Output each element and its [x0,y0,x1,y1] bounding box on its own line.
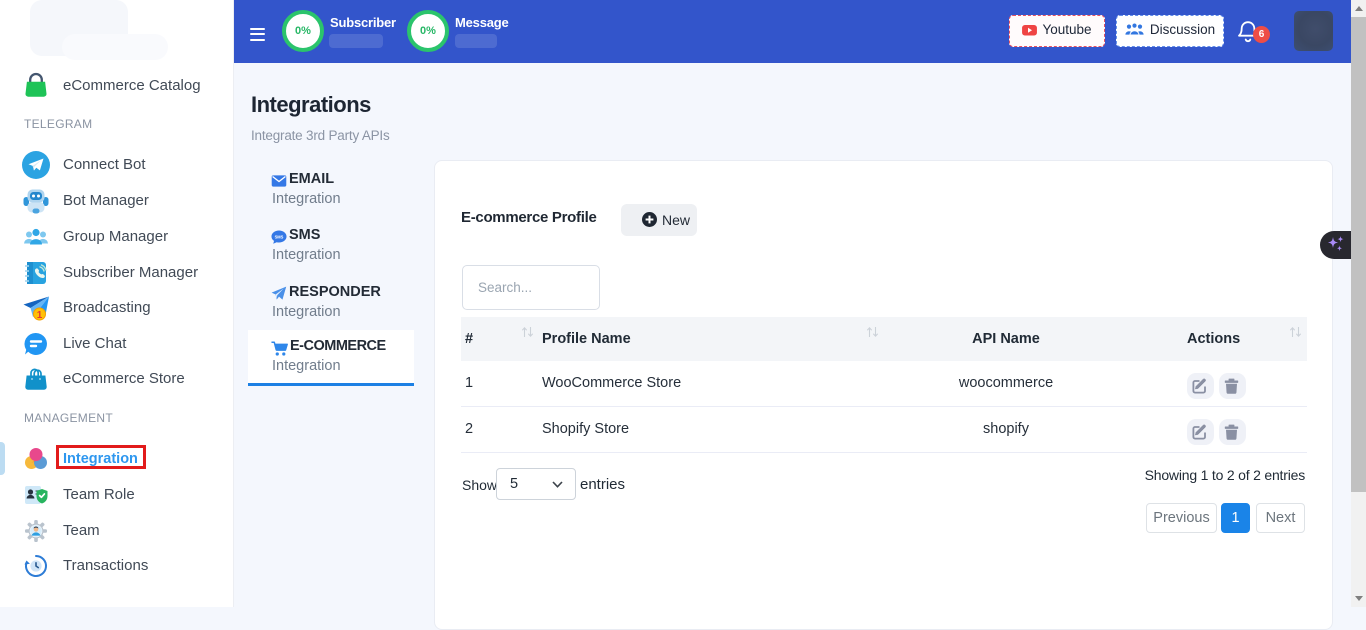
svg-text:1: 1 [37,310,43,321]
svg-text:SMS: SMS [275,235,284,240]
